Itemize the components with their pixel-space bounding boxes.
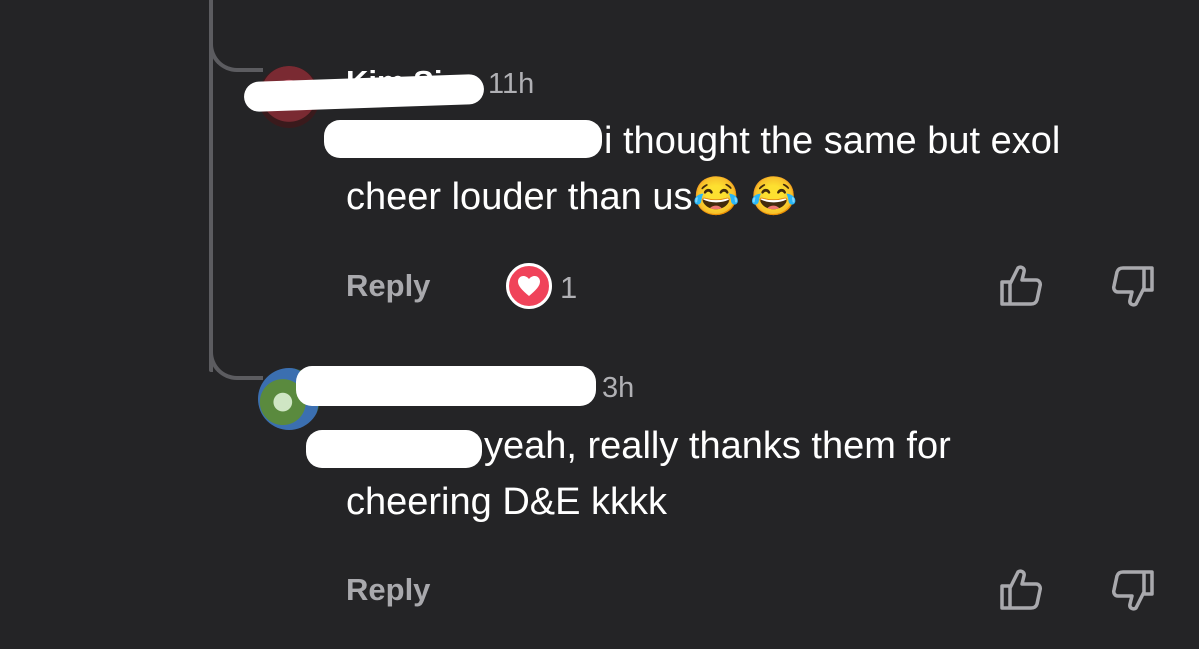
thread-branch <box>209 348 263 380</box>
laughing-emoji: 😂 😂 <box>692 176 798 218</box>
thumbs-up-icon[interactable] <box>998 566 1044 612</box>
reply-button[interactable]: Reply <box>346 268 430 304</box>
redaction <box>324 120 602 158</box>
comment-time: 3h <box>602 372 635 404</box>
redaction <box>306 430 482 468</box>
comment-time: 11h <box>488 68 535 100</box>
thumbs-up-icon[interactable] <box>998 262 1044 308</box>
heart-reaction-badge[interactable] <box>506 263 552 309</box>
reply-button[interactable]: Reply <box>346 572 430 608</box>
heart-icon <box>518 276 540 296</box>
redaction <box>296 366 596 406</box>
comment-text: yeah, really thanks them for <box>484 425 951 467</box>
comment-text: cheer louder than us😂 😂 <box>346 169 798 225</box>
thumbs-down-icon[interactable] <box>1110 568 1156 614</box>
comment-text: i thought the same but exol <box>604 120 1061 162</box>
thumbs-down-icon[interactable] <box>1110 264 1156 310</box>
thread-branch <box>209 40 263 72</box>
comment-text: cheering D&E kkkk <box>346 481 668 523</box>
reaction-count: 1 <box>560 270 578 305</box>
comment-text-line2: cheer louder than us <box>346 176 693 218</box>
